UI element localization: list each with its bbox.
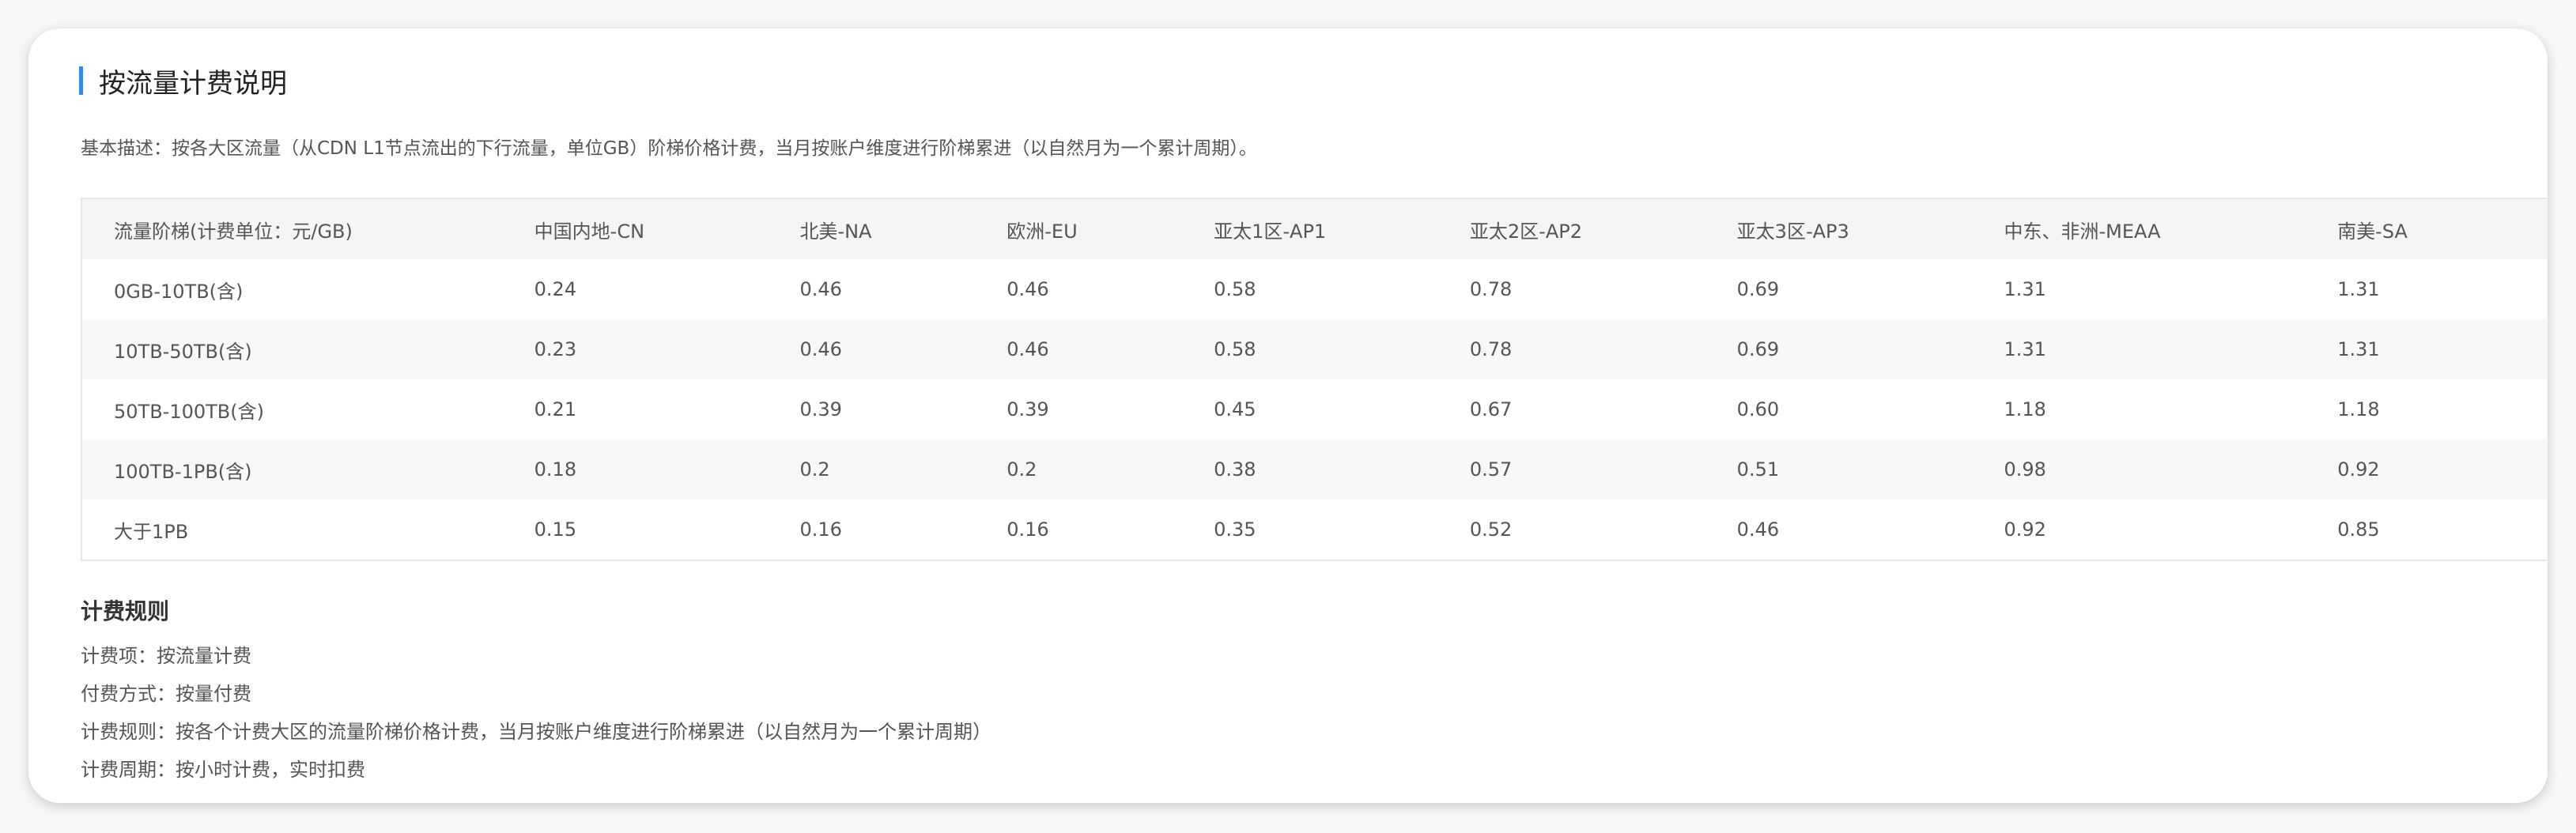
table-cell: 100TB-1PB(含) [114, 460, 252, 483]
table-cell: 0.78 [1469, 338, 1513, 360]
billing-rule-item: 计费周期：按小时计费，实时扣费 [81, 759, 365, 781]
table-cell: 0GB-10TB(含) [114, 280, 244, 303]
header-cell: 南美-SA [2337, 220, 2408, 243]
header-cell: 中东、非洲-MEAA [2004, 220, 2161, 243]
table-cell: 0.92 [2337, 458, 2380, 481]
basic-description: 基本描述：按各大区流量（从CDN L1节点流出的下行流量，单位GB）阶梯价格计费… [81, 138, 1257, 159]
billing-rules: 计费规则 计费项：按流量计费 付费方式：按量付费 计费规则：按各个计费大区的流量… [81, 594, 991, 789]
billing-rule-item: 计费规则：按各个计费大区的流量阶梯价格计费，当月按账户维度进行阶梯累进（以自然月… [81, 721, 991, 743]
table-cell: 1.31 [2337, 338, 2380, 360]
title-accent-bar [79, 66, 83, 95]
table-cell: 0.92 [2004, 518, 2046, 541]
table-cell: 1.18 [2337, 398, 2380, 420]
table-cell: 0.46 [799, 338, 842, 360]
section-title-text: 按流量计费说明 [99, 67, 287, 100]
table-cell: 0.46 [1007, 278, 1049, 300]
table-cell: 0.51 [1736, 458, 1780, 481]
table-cell: 0.78 [1469, 278, 1513, 300]
billing-rule-item: 付费方式：按量付费 [81, 683, 251, 705]
table-row: 大于1PB 0.15 0.16 0.16 0.35 0.52 0.46 0.92… [82, 499, 2548, 560]
table-cell: 0.23 [534, 338, 577, 360]
table-cell: 0.15 [534, 518, 577, 541]
table-row: 100TB-1PB(含) 0.18 0.2 0.2 0.38 0.57 0.51… [82, 439, 2548, 499]
table-cell: 0.85 [2337, 518, 2380, 541]
table-cell: 0.18 [534, 458, 577, 481]
table-cell: 10TB-50TB(含) [114, 340, 252, 363]
table-cell: 1.18 [2004, 398, 2046, 420]
table-cell: 0.16 [1007, 518, 1049, 541]
table-cell: 0.57 [1469, 458, 1513, 481]
header-cell: 亚太2区-AP2 [1469, 220, 1582, 243]
billing-rules-heading: 计费规则 [81, 598, 170, 624]
table-row: 10TB-50TB(含) 0.23 0.46 0.46 0.58 0.78 0.… [82, 319, 2548, 379]
table-cell: 1.31 [2337, 278, 2380, 300]
header-cell: 流量阶梯(计费单位：元/GB) [114, 220, 353, 243]
table-cell: 0.16 [799, 518, 842, 541]
table-cell: 0.98 [2004, 458, 2046, 481]
table-cell: 1.31 [2004, 338, 2046, 360]
table-cell: 0.39 [1007, 398, 1049, 420]
table-cell: 0.52 [1469, 518, 1513, 541]
header-cell: 亚太1区-AP1 [1214, 220, 1327, 243]
table-cell: 0.2 [1007, 458, 1037, 481]
table-cell: 0.58 [1214, 278, 1256, 300]
table-cell: 大于1PB [114, 520, 189, 543]
table-cell: 0.24 [534, 278, 577, 300]
table-row: 0GB-10TB(含) 0.24 0.46 0.46 0.58 0.78 0.6… [82, 259, 2548, 319]
table-cell: 0.39 [799, 398, 842, 420]
table-cell: 0.35 [1214, 518, 1256, 541]
pricing-table: 流量阶梯(计费单位：元/GB) 中国内地-CN 北美-NA 欧洲-EU 亚太1区… [81, 198, 2548, 561]
table-header-row: 流量阶梯(计费单位：元/GB) 中国内地-CN 北美-NA 欧洲-EU 亚太1区… [82, 199, 2548, 259]
table-cell: 0.21 [534, 398, 577, 420]
table-cell: 0.45 [1214, 398, 1256, 420]
header-cell: 亚太3区-AP3 [1736, 220, 1849, 243]
billing-rule-item: 计费项：按流量计费 [81, 645, 251, 667]
table-cell: 1.31 [2004, 278, 2046, 300]
table-cell: 0.46 [1736, 518, 1780, 541]
table-cell: 0.46 [1007, 338, 1049, 360]
table-cell: 0.67 [1469, 398, 1513, 420]
header-cell: 北美-NA [799, 220, 872, 243]
pricing-card: 按流量计费说明 基本描述：按各大区流量（从CDN L1节点流出的下行流量，单位G… [28, 28, 2548, 803]
table-cell: 0.38 [1214, 458, 1256, 481]
table-cell: 50TB-100TB(含) [114, 400, 264, 423]
header-cell: 欧洲-EU [1007, 220, 1078, 243]
table-cell: 0.46 [799, 278, 842, 300]
table-row: 50TB-100TB(含) 0.21 0.39 0.39 0.45 0.67 0… [82, 379, 2548, 439]
table-cell: 0.2 [799, 458, 830, 481]
section-title: 按流量计费说明 [79, 65, 287, 100]
header-cell: 中国内地-CN [534, 220, 645, 243]
table-cell: 0.58 [1214, 338, 1256, 360]
table-cell: 0.60 [1736, 398, 1780, 420]
table-cell: 0.69 [1736, 278, 1780, 300]
table-cell: 0.69 [1736, 338, 1780, 360]
